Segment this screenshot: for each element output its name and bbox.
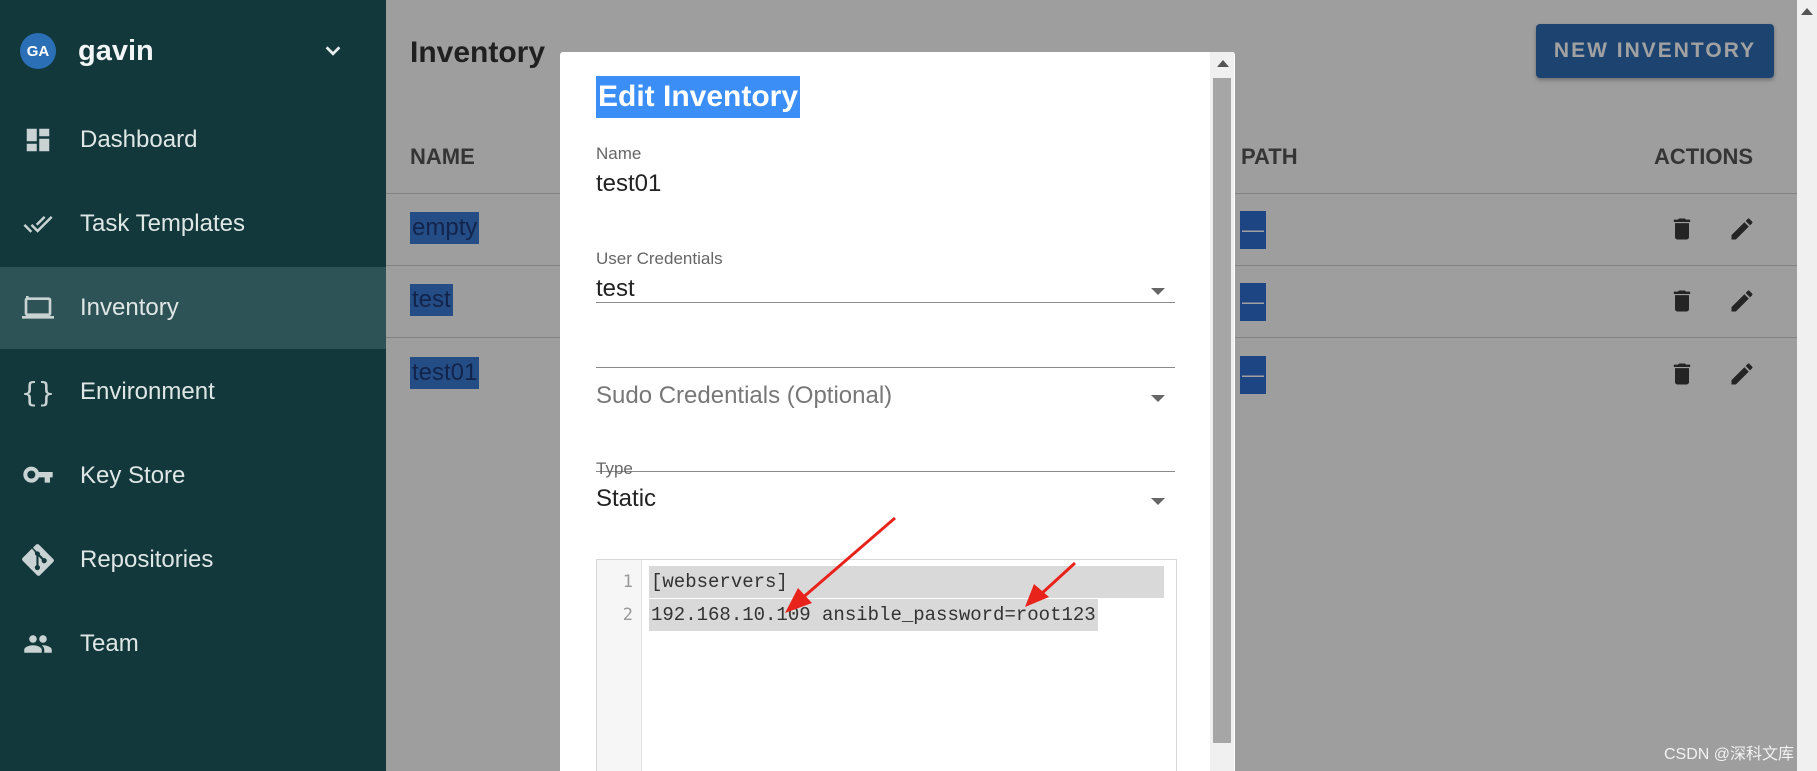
- watermark: CSDN @深科文库: [1664, 746, 1795, 763]
- double-check-icon: [20, 206, 56, 242]
- sidebar-item-label: Dashboard: [80, 126, 198, 153]
- line-number: 2: [622, 605, 633, 625]
- sidebar-item-label: Key Store: [80, 462, 186, 489]
- name-label: Name: [596, 144, 642, 163]
- sidebar-item-repositories[interactable]: Repositories: [0, 519, 386, 601]
- dialog-title: Edit Inventory: [596, 76, 801, 118]
- user-credentials-value[interactable]: test: [596, 275, 1175, 303]
- git-icon: [20, 542, 56, 578]
- sidebar-item-dashboard[interactable]: Dashboard: [0, 99, 386, 181]
- chevron-down-icon[interactable]: [322, 40, 344, 62]
- sidebar-item-environment[interactable]: {} Environment: [0, 351, 386, 433]
- type-label: Type: [596, 459, 633, 478]
- braces-icon: {}: [21, 375, 55, 409]
- people-icon: [20, 626, 56, 662]
- page-scrollbar[interactable]: [1797, 0, 1817, 771]
- sidebar-item-label: Team: [80, 630, 139, 657]
- dropdown-arrow-icon[interactable]: [1151, 498, 1165, 505]
- sidebar-item-task-templates[interactable]: Task Templates: [0, 183, 386, 265]
- dropdown-arrow-icon[interactable]: [1151, 288, 1165, 295]
- sidebar-item-label: Inventory: [80, 294, 179, 321]
- sudo-credentials-placeholder[interactable]: Sudo Credentials (Optional): [596, 382, 1175, 410]
- inventory-code-editor[interactable]: 1 2 [webservers] 192.168.10.109 ansible_…: [596, 559, 1177, 771]
- sidebar-item-label: Repositories: [80, 546, 214, 573]
- scroll-up-icon[interactable]: [1217, 60, 1229, 67]
- key-icon: [20, 458, 56, 494]
- scrollbar-thumb[interactable]: [1213, 78, 1231, 743]
- user-credentials-select[interactable]: User Credentials test: [596, 249, 1175, 369]
- dropdown-arrow-icon[interactable]: [1151, 395, 1165, 402]
- user-menu[interactable]: GA gavin: [20, 30, 366, 72]
- name-field[interactable]: Name test01: [596, 144, 1175, 303]
- sidebar-item-label: Task Templates: [80, 210, 245, 237]
- sidebar-item-inventory[interactable]: Inventory: [0, 267, 386, 349]
- divider: [596, 367, 1175, 368]
- line-number: 1: [622, 572, 633, 592]
- line-number-gutter: 1 2: [597, 560, 642, 771]
- edit-inventory-dialog: Edit Inventory Name test01 User Credenti…: [560, 52, 1235, 771]
- code-line[interactable]: [webservers]: [649, 566, 1164, 598]
- scroll-up-icon[interactable]: [1801, 8, 1813, 15]
- dashboard-icon: [20, 122, 56, 158]
- code-line[interactable]: 192.168.10.109 ansible_password=root123: [649, 599, 1098, 631]
- username: gavin: [78, 34, 154, 67]
- dialog-scrollbar[interactable]: [1210, 52, 1234, 771]
- sidebar-item-key-store[interactable]: Key Store: [0, 435, 386, 517]
- type-value[interactable]: Static: [596, 485, 1175, 513]
- type-select[interactable]: Type Static: [596, 459, 1175, 578]
- name-value[interactable]: test01: [596, 170, 1175, 198]
- avatar: GA: [20, 33, 56, 69]
- sidebar: GA gavin Dashboard Task Templates Invent…: [0, 0, 386, 771]
- sidebar-item-label: Environment: [80, 378, 215, 405]
- monitor-icon: [20, 290, 56, 326]
- user-credentials-label: User Credentials: [596, 249, 723, 268]
- sidebar-item-team[interactable]: Team: [0, 603, 386, 685]
